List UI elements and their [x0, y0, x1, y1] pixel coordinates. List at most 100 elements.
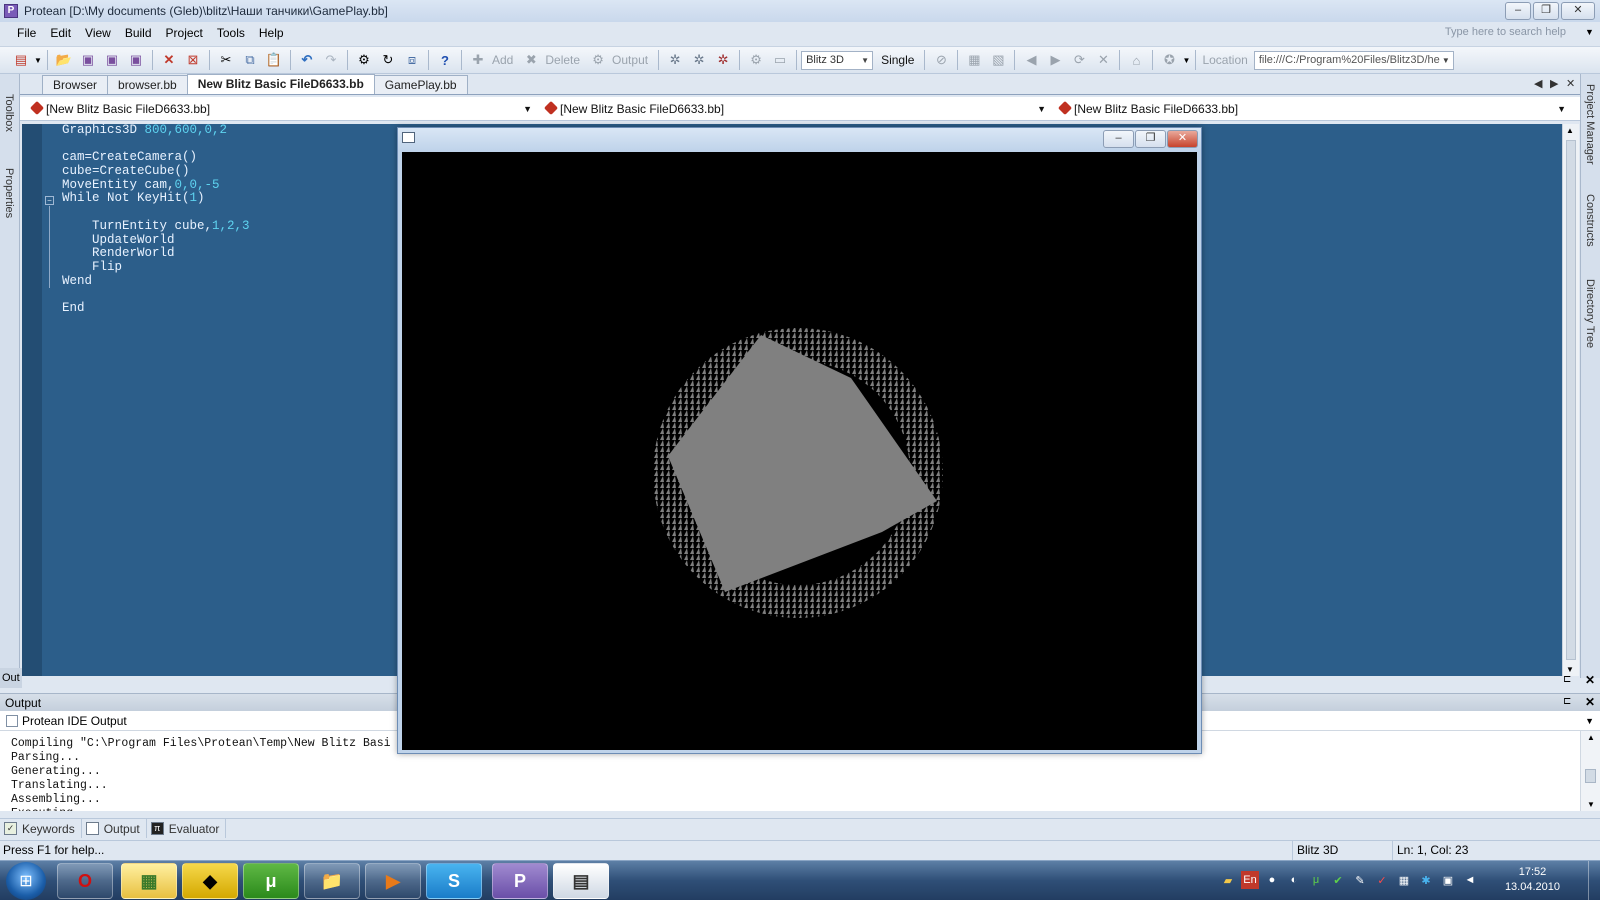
save-icon[interactable]: ▣: [77, 49, 99, 71]
opera-taskbar-icon[interactable]: O: [57, 863, 113, 899]
pin-icon[interactable]: ⊏: [1563, 674, 1571, 685]
game-render-viewport[interactable]: [402, 152, 1197, 750]
build-icon[interactable]: ✲: [688, 49, 710, 71]
scroll-up-icon[interactable]: ▲: [1566, 126, 1574, 135]
game-window[interactable]: – ❐ ✕: [397, 127, 1202, 754]
add-icon[interactable]: ✚: [467, 49, 489, 71]
output-button[interactable]: Output: [612, 53, 648, 67]
cut-icon[interactable]: ✂: [215, 49, 237, 71]
favorites-dropdown-icon[interactable]: ▼: [1182, 49, 1190, 71]
location-input[interactable]: file:///C:/Program%20Files/Blitz3D/he ▼: [1253, 50, 1454, 70]
utorrent-tray-icon[interactable]: μ: [1307, 871, 1325, 889]
utorrent-taskbar-icon[interactable]: μ: [243, 863, 299, 899]
speaker-tray-icon[interactable]: ◄: [1461, 871, 1479, 889]
toolbox-tab[interactable]: Toolbox: [3, 94, 15, 132]
minimize-button[interactable]: –: [1505, 2, 1531, 20]
link-icon[interactable]: ⊘: [930, 49, 952, 71]
editor-scrollbar[interactable]: ▲ ▼: [1562, 124, 1579, 676]
media-player-taskbar-icon[interactable]: ▶: [365, 863, 421, 899]
start-button[interactable]: ⊞: [6, 862, 46, 900]
batman-taskbar-icon[interactable]: ◆: [182, 863, 238, 899]
tab-gameplay[interactable]: GamePlay.bb: [373, 75, 468, 94]
tab-close-icon[interactable]: ✕: [1566, 77, 1575, 90]
game-close-button[interactable]: ✕: [1167, 130, 1198, 148]
copy-icon[interactable]: ⧉: [239, 49, 261, 71]
output-icon[interactable]: ⚙: [587, 49, 609, 71]
favorites-icon[interactable]: ✪: [1158, 49, 1180, 71]
properties-tab[interactable]: Properties: [3, 168, 15, 218]
battery-tray-icon[interactable]: ●: [1263, 871, 1281, 889]
close-button[interactable]: ✕: [1561, 2, 1595, 20]
network-share-tray-icon[interactable]: ▦: [1395, 871, 1413, 889]
fold-toggle-icon[interactable]: −: [45, 196, 54, 205]
menu-edit[interactable]: Edit: [43, 26, 78, 40]
paste-icon[interactable]: 📋: [263, 49, 285, 71]
folder-tray-icon[interactable]: ▰: [1219, 871, 1237, 889]
menu-project[interactable]: Project: [159, 26, 210, 40]
new-dropdown-icon[interactable]: ▼: [34, 49, 42, 71]
tab-browser-bb[interactable]: browser.bb: [107, 75, 188, 94]
volume-mixer-tray-icon[interactable]: ◐: [1285, 871, 1303, 889]
back-icon[interactable]: ◀: [1020, 49, 1042, 71]
help-icon[interactable]: ?: [434, 49, 456, 71]
tab-browser[interactable]: Browser: [42, 75, 109, 94]
delete-button[interactable]: Delete: [545, 53, 580, 67]
menu-help[interactable]: Help: [252, 26, 291, 40]
clock[interactable]: 17:52 13.04.2010: [1505, 865, 1560, 895]
tab-output[interactable]: Output: [82, 819, 147, 838]
close-all-icon[interactable]: ⊠: [182, 49, 204, 71]
menu-view[interactable]: View: [78, 26, 118, 40]
replace-icon[interactable]: ↻: [377, 49, 399, 71]
game-minimize-button[interactable]: –: [1103, 130, 1134, 148]
forward-icon[interactable]: ▶: [1044, 49, 1066, 71]
function-select-3[interactable]: [New Blitz Basic FileD6633.bb] ▼: [1056, 100, 1566, 118]
tab-keywords[interactable]: ✓ Keywords: [0, 819, 82, 838]
output-pin-icon[interactable]: ⊏: [1563, 696, 1571, 707]
refresh-icon[interactable]: ⟳: [1068, 49, 1090, 71]
tab-next-icon[interactable]: ▶: [1550, 77, 1558, 90]
file-manager-taskbar-icon[interactable]: ▦: [121, 863, 177, 899]
page-edit-icon[interactable]: ▧: [987, 49, 1009, 71]
save-all-icon[interactable]: ▣: [125, 49, 147, 71]
redo-icon[interactable]: ↷: [320, 49, 342, 71]
scroll-down-icon[interactable]: ▼: [1566, 665, 1574, 674]
check-tray-icon[interactable]: ✔: [1329, 871, 1347, 889]
search-dropdown-icon[interactable]: ▼: [1585, 27, 1594, 37]
scroll-down-icon[interactable]: ▼: [1587, 800, 1595, 809]
constructs-tab[interactable]: Constructs: [1584, 194, 1596, 247]
save-as-icon[interactable]: ▣: [101, 49, 123, 71]
menu-build[interactable]: Build: [118, 26, 159, 40]
compile-icon[interactable]: ✲: [664, 49, 686, 71]
find-icon[interactable]: ⚙: [353, 49, 375, 71]
scroll-thumb[interactable]: [1566, 140, 1576, 660]
protean-taskbar-icon[interactable]: P: [492, 863, 548, 899]
monitor-icon[interactable]: ▭: [769, 49, 791, 71]
function-select-1[interactable]: [New Blitz Basic FileD6633.bb] ▼: [28, 100, 532, 118]
help-search-input[interactable]: Type here to search help: [1445, 26, 1566, 38]
skype-taskbar-icon[interactable]: S: [426, 863, 482, 899]
output-scrollbar[interactable]: ▲ ▼: [1580, 731, 1600, 811]
show-desktop-button[interactable]: [1588, 861, 1600, 900]
tab-prev-icon[interactable]: ◀: [1534, 77, 1542, 90]
menu-tools[interactable]: Tools: [210, 26, 252, 40]
skype-tray-icon[interactable]: ✱: [1417, 871, 1435, 889]
mode-button[interactable]: Single: [881, 53, 914, 67]
find-in-files-icon[interactable]: ⧈: [401, 49, 423, 71]
add-button[interactable]: Add: [492, 53, 513, 67]
menu-file[interactable]: File: [10, 26, 43, 40]
function-select-2[interactable]: [New Blitz Basic FileD6633.bb] ▼: [542, 100, 1046, 118]
close-file-icon[interactable]: ✕: [158, 49, 180, 71]
settings-icon[interactable]: ⚙: [745, 49, 767, 71]
tab-new-blitz-file[interactable]: New Blitz Basic FileD6633.bb: [186, 74, 375, 94]
panel-close-icon[interactable]: ✕: [1585, 673, 1595, 687]
scroll-thumb[interactable]: [1585, 769, 1596, 783]
antivirus-tray-icon[interactable]: ✓: [1373, 871, 1391, 889]
explorer-taskbar-icon[interactable]: 📁: [304, 863, 360, 899]
directory-tree-tab[interactable]: Directory Tree: [1584, 279, 1596, 348]
output-close-icon[interactable]: ✕: [1585, 695, 1595, 709]
tab-evaluator[interactable]: π Evaluator: [147, 819, 227, 838]
new-file-icon[interactable]: ▤: [10, 49, 32, 71]
language-indicator[interactable]: En: [1241, 871, 1259, 889]
tool-tray-icon[interactable]: ✎: [1351, 871, 1369, 889]
home-icon[interactable]: ⌂: [1125, 49, 1147, 71]
